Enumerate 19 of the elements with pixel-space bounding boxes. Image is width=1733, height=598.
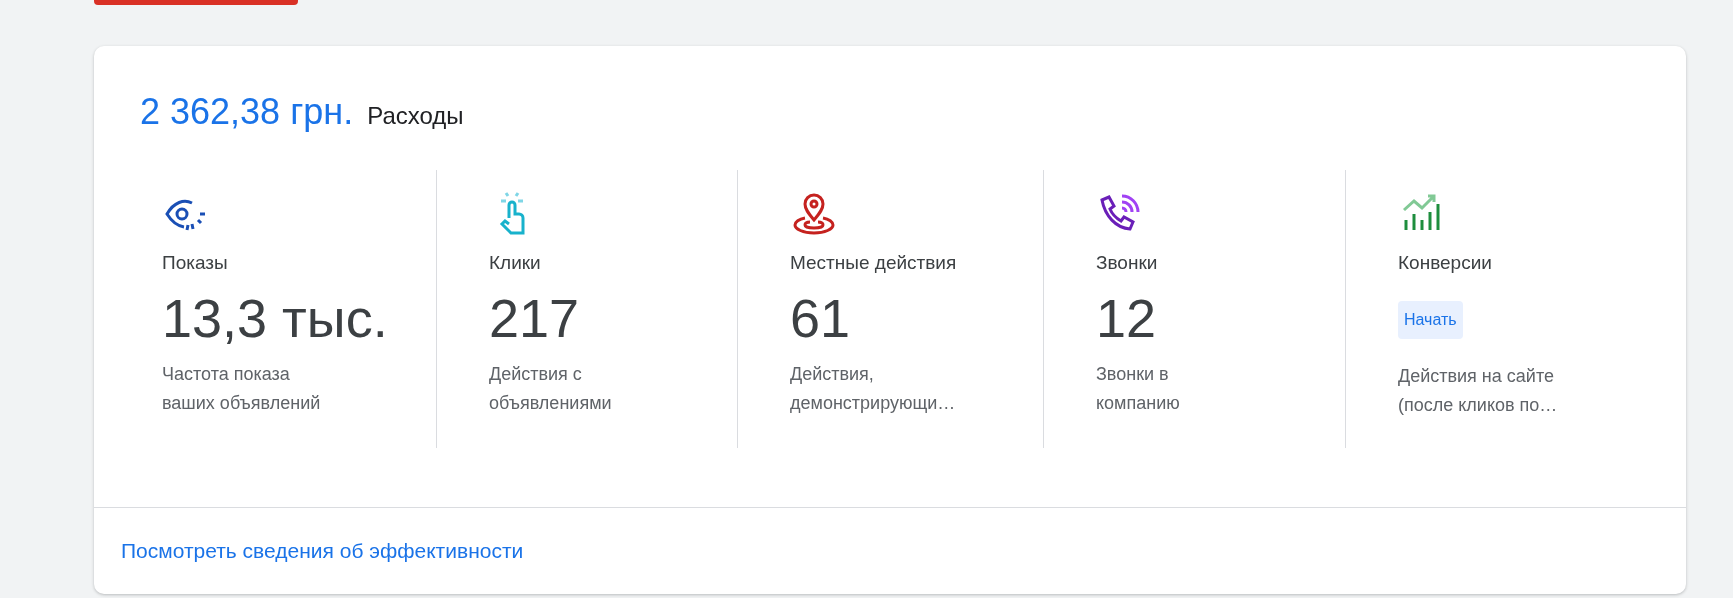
metric-value: 61	[790, 288, 852, 348]
metric-value: 217	[489, 288, 581, 348]
metric-label: Клики	[489, 252, 542, 274]
metric-description: Частота показа ваших объявлений	[162, 363, 322, 415]
metric-value: 12	[1096, 288, 1158, 348]
metric-description: Действия с объявлениями	[489, 363, 613, 415]
metric-value: 13,3 тыс.	[162, 288, 389, 348]
metric-description: Звонки в компанию	[1096, 363, 1181, 415]
spend-amount: 2 362,38 грн.	[140, 91, 354, 133]
metric-description: Действия, демонстрирующи…	[790, 363, 957, 415]
metric-label: Местные действия	[790, 252, 958, 274]
spend-label: Расходы	[367, 102, 464, 130]
metric-label: Конверсии	[1398, 252, 1493, 274]
metric-label: Показы	[162, 252, 229, 274]
metric-label: Звонки	[1096, 252, 1159, 274]
button-edge[interactable]	[94, 0, 298, 5]
performance-link[interactable]: Посмотреть сведения об эффективности	[121, 539, 524, 563]
start-button[interactable]: Начать	[1398, 301, 1463, 339]
metric-description: Действия на сайте (после кликов по…	[1398, 365, 1559, 417]
